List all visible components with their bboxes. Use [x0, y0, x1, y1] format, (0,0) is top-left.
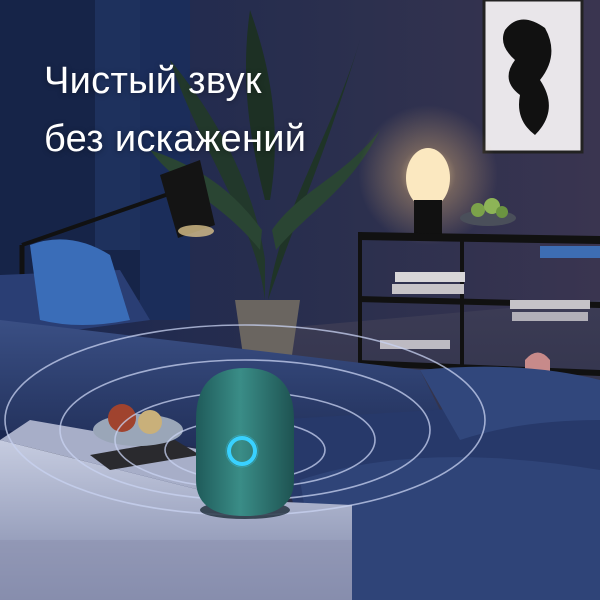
headline: Чистый звук без искажений: [44, 52, 306, 168]
lamp-shade: [406, 148, 450, 208]
headline-line-2: без искажений: [44, 118, 307, 160]
lamp-base: [414, 200, 442, 238]
smart-speaker: [196, 368, 294, 519]
product-scene: Чистый звук без искажений: [0, 0, 600, 600]
headline-line-1: Чистый звук: [44, 60, 262, 102]
